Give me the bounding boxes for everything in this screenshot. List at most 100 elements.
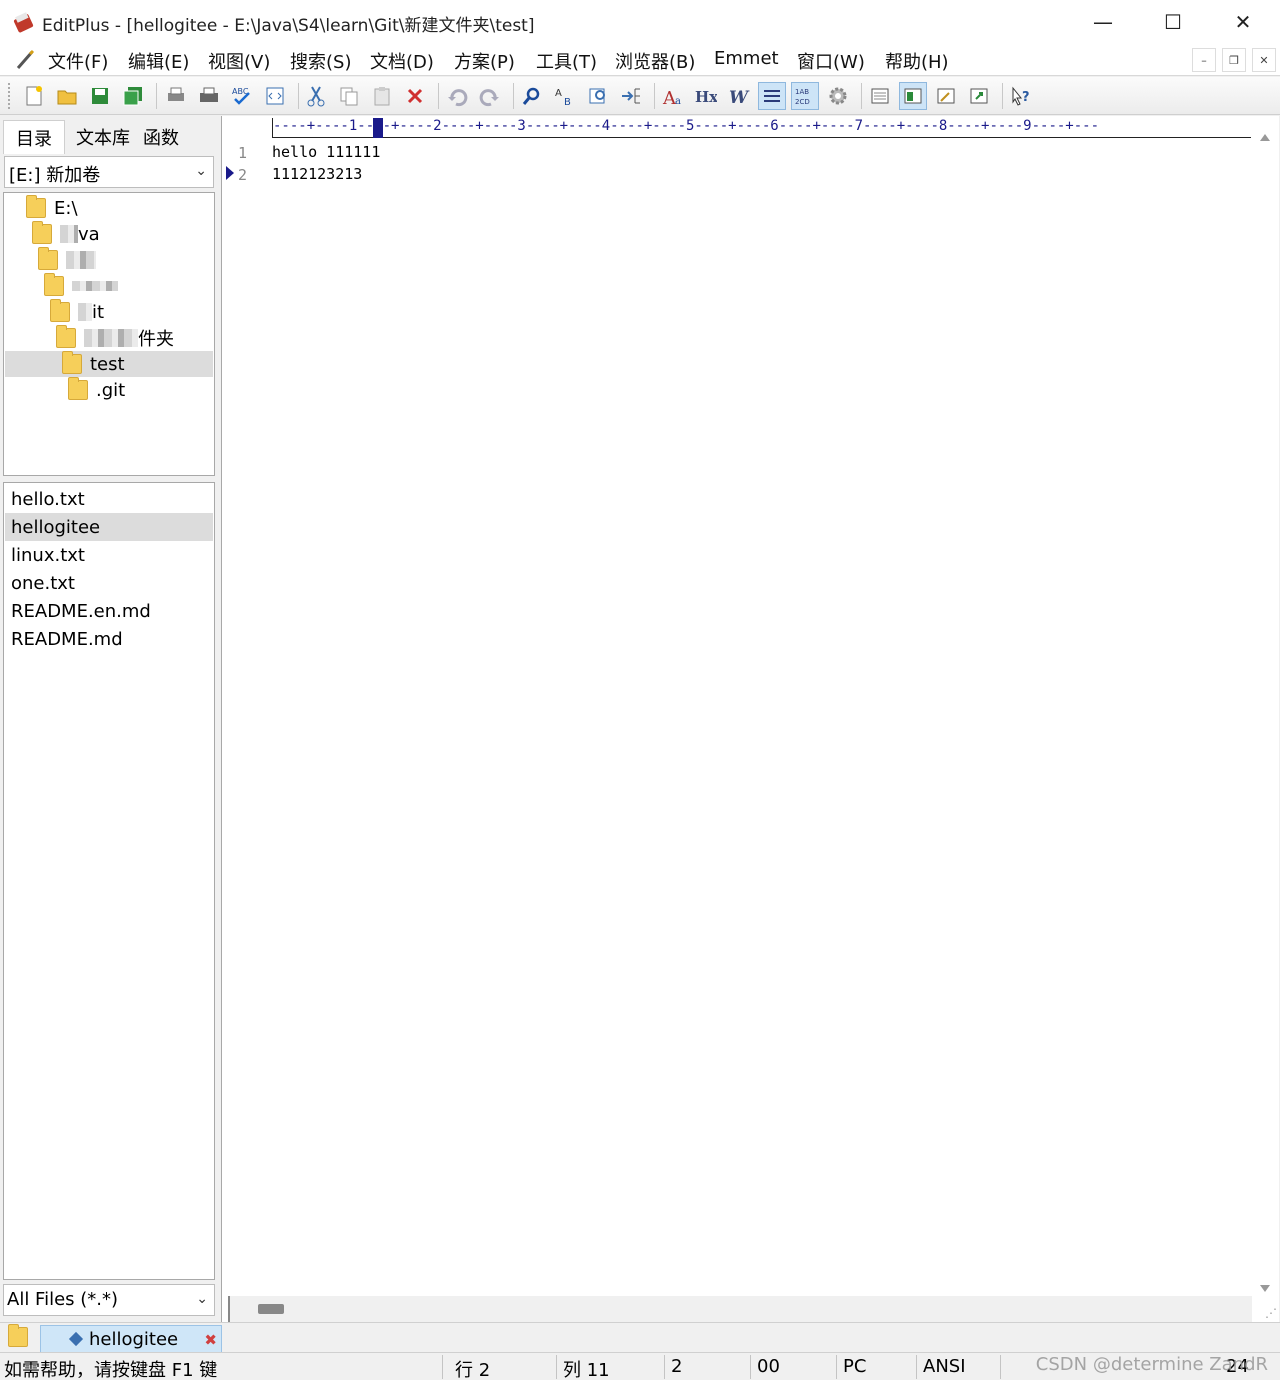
- word-wrap-w-icon[interactable]: W: [725, 82, 753, 110]
- svg-text:B: B: [564, 97, 571, 107]
- file-item[interactable]: linux.txt: [5, 541, 213, 569]
- document-tab-bar: hellogitee ✖: [0, 1322, 1280, 1353]
- find-in-files-icon[interactable]: [584, 82, 612, 110]
- tree-item-java[interactable]: va: [32, 221, 100, 247]
- menu-help[interactable]: 帮助(H): [885, 48, 949, 74]
- window-view-3-icon[interactable]: [932, 82, 960, 110]
- print-icon[interactable]: [195, 82, 223, 110]
- tree-item-new-folder[interactable]: 件夹: [56, 325, 174, 351]
- menu-emmet[interactable]: Emmet: [714, 48, 779, 69]
- scroll-up-arrow-icon[interactable]: [1259, 132, 1271, 142]
- chevron-down-icon: ⌄: [196, 1291, 208, 1307]
- undo-icon[interactable]: [443, 82, 471, 110]
- svg-text:2CD: 2CD: [795, 98, 810, 106]
- folder-icon: [62, 351, 82, 374]
- horizontal-scrollbar[interactable]: [228, 1296, 1252, 1322]
- file-item[interactable]: hello.txt: [5, 485, 213, 513]
- line-number: 2: [238, 166, 248, 184]
- delete-icon[interactable]: [401, 82, 429, 110]
- toolbar-grip[interactable]: [8, 83, 12, 109]
- file-item[interactable]: README.md: [5, 625, 213, 653]
- copy-icon[interactable]: [335, 82, 363, 110]
- window-view-4-icon[interactable]: [965, 82, 993, 110]
- spell-check-icon[interactable]: ABC: [228, 82, 256, 110]
- folder-icon: [50, 299, 70, 322]
- column-ruler: ----+----1----+----2----+----3----+----4…: [272, 118, 1252, 138]
- close-window-button[interactable]: ✕: [1208, 0, 1278, 44]
- drive-select-value: [E:] 新加卷: [9, 165, 101, 186]
- paste-icon[interactable]: [368, 82, 396, 110]
- resize-grip-icon[interactable]: ⋰: [1265, 1306, 1277, 1320]
- minimize-button[interactable]: —: [1068, 0, 1138, 44]
- mdi-restore-button[interactable]: ❐: [1222, 48, 1246, 72]
- tree-item-root[interactable]: E:\: [26, 195, 78, 221]
- menu-edit[interactable]: 编辑(E): [128, 48, 189, 74]
- heading-hx-icon[interactable]: Hx: [692, 82, 720, 110]
- file-type-icon: [68, 1331, 84, 1347]
- tree-item-s4[interactable]: [38, 247, 96, 273]
- font-icon[interactable]: Aa: [659, 82, 687, 110]
- menu-view[interactable]: 视图(V): [208, 48, 270, 74]
- menu-window[interactable]: 窗口(W): [797, 48, 865, 74]
- folder-icon: [56, 325, 76, 348]
- context-help-icon[interactable]: ?: [1007, 82, 1035, 110]
- toolbar-separator: [513, 83, 514, 109]
- status-column: 列 11: [563, 1360, 610, 1380]
- redo-icon[interactable]: [476, 82, 504, 110]
- obscured-text: [60, 225, 78, 243]
- menu-browser[interactable]: 浏览器(B): [615, 48, 695, 74]
- file-item-selected[interactable]: hellogitee: [5, 513, 213, 541]
- close-tab-icon[interactable]: ✖: [204, 1331, 217, 1349]
- tab-directory[interactable]: 目录: [3, 120, 65, 154]
- tree-item-learn[interactable]: [44, 273, 118, 299]
- editor-pane[interactable]: ----+----1----+----2----+----3----+----4…: [221, 116, 1279, 1322]
- status-help-text: 如需帮助，请按键盘 F1 键: [4, 1360, 218, 1380]
- file-item[interactable]: one.txt: [5, 569, 213, 597]
- mdi-minimize-button[interactable]: –: [1192, 48, 1216, 72]
- window-title: EditPlus - [hellogitee - E:\Java\S4\lear…: [42, 16, 535, 36]
- tab-functions[interactable]: 函数: [136, 120, 186, 154]
- code-line[interactable]: hello 111111: [272, 143, 380, 161]
- file-item[interactable]: README.en.md: [5, 597, 213, 625]
- mdi-close-button[interactable]: ✕: [1252, 48, 1276, 72]
- replace-icon[interactable]: AB: [551, 82, 579, 110]
- status-separator: [836, 1355, 837, 1379]
- menu-document[interactable]: 文档(D): [370, 48, 434, 74]
- html-preview-icon[interactable]: [261, 82, 289, 110]
- save-icon[interactable]: [86, 82, 114, 110]
- menu-file[interactable]: 文件(F): [48, 48, 108, 74]
- obscured-text: [66, 251, 96, 269]
- menu-search[interactable]: 搜索(S): [290, 48, 351, 74]
- save-all-icon[interactable]: [119, 82, 147, 110]
- tab-cliptext[interactable]: 文本库: [70, 120, 136, 154]
- code-line[interactable]: 1112123213: [272, 165, 362, 183]
- line-number-toggle-icon[interactable]: [758, 82, 786, 110]
- window-view-2-icon[interactable]: [899, 82, 927, 110]
- horizontal-scroll-thumb[interactable]: [258, 1304, 284, 1314]
- print-preview-icon[interactable]: [162, 82, 190, 110]
- tree-item-test[interactable]: test: [5, 351, 213, 377]
- document-tab-label: hellogitee: [89, 1328, 179, 1350]
- toolbar-separator: [438, 83, 439, 109]
- vertical-scrollbar[interactable]: [1251, 124, 1279, 1296]
- menu-project[interactable]: 方案(P): [454, 48, 515, 74]
- menu-tools[interactable]: 工具(T): [536, 48, 597, 74]
- goto-line-icon[interactable]: [617, 82, 645, 110]
- find-icon[interactable]: [518, 82, 546, 110]
- drive-select[interactable]: [E:] 新加卷 ⌄: [4, 156, 214, 188]
- new-file-icon[interactable]: [20, 82, 48, 110]
- svg-text:1AB: 1AB: [795, 88, 809, 96]
- folder-icon[interactable]: [8, 1324, 28, 1347]
- cut-icon[interactable]: [302, 82, 330, 110]
- file-filter-select[interactable]: All Files (*.*) ⌄: [3, 1284, 215, 1316]
- column-select-icon[interactable]: 1AB 2CD: [791, 82, 819, 110]
- settings-gear-icon[interactable]: [824, 82, 852, 110]
- tree-item-git-folder[interactable]: .git: [68, 377, 125, 403]
- scroll-down-arrow-icon[interactable]: [1259, 1284, 1271, 1294]
- maximize-button[interactable]: ☐: [1138, 0, 1208, 44]
- window-view-1-icon[interactable]: [866, 82, 894, 110]
- document-tab-hellogitee[interactable]: hellogitee ✖: [40, 1325, 222, 1353]
- status-separator: [442, 1355, 443, 1379]
- tree-item-git[interactable]: it: [50, 299, 104, 325]
- open-folder-icon[interactable]: [53, 82, 81, 110]
